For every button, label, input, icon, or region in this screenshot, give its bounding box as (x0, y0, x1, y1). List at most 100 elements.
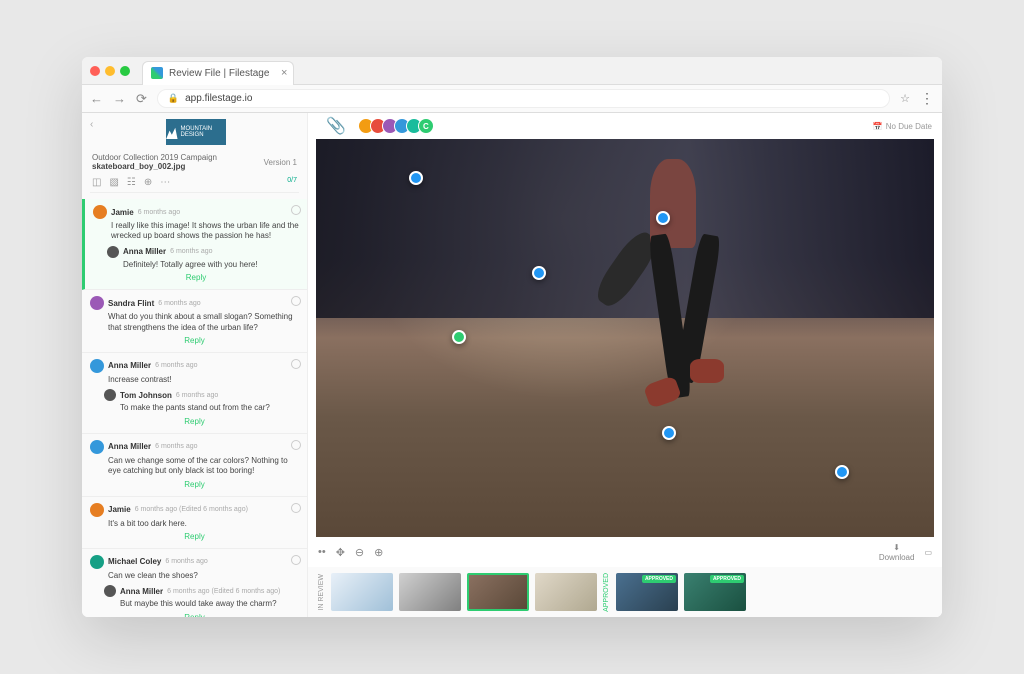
brand-logo: MOUNTAIN DESIGN (166, 119, 226, 145)
move-tool-icon[interactable]: ✥ (336, 546, 345, 559)
comment-author: Jamie (108, 505, 131, 514)
reply-button[interactable]: Reply (90, 610, 299, 617)
thumbnail[interactable]: APPROVED (684, 573, 746, 611)
fullscreen-icon[interactable]: ▭ (924, 548, 932, 557)
reply-author: Anna Miller (123, 247, 166, 256)
annotation-marker-active[interactable] (452, 330, 466, 344)
reviewer-more-badge[interactable]: C (418, 118, 434, 134)
comment-time: 6 months ago (Edited 6 months ago) (135, 506, 248, 513)
avatar (104, 389, 116, 401)
pointer-tool-icon[interactable]: •• (318, 546, 326, 558)
image-canvas[interactable] (316, 139, 934, 537)
reply-button[interactable]: Reply (90, 477, 299, 492)
comment-body: It's a bit too dark here. (90, 519, 299, 529)
tool-icon-4[interactable]: ⊕ (144, 177, 152, 188)
chrome-tab-bar: Review File | Filestage × (82, 57, 942, 85)
status-circle-icon[interactable] (291, 503, 301, 513)
campaign-name: Outdoor Collection 2019 Campaign (92, 153, 217, 162)
tool-icon-1[interactable]: ◫ (92, 177, 101, 188)
due-date-button[interactable]: 📅 No Due Date (873, 122, 932, 131)
comment-item[interactable]: Michael Coley 6 months ago Can we clean … (82, 549, 307, 617)
comment-body: Can we clean the shoes? (90, 571, 299, 581)
comment-item[interactable]: Sandra Flint 6 months ago What do you th… (82, 290, 307, 353)
sidebar-toolbar: ◫ ▧ ☷ ⊕ ⋯ 0/7 (90, 173, 299, 193)
comment-item[interactable]: Anna Miller 6 months ago Can we change s… (82, 434, 307, 497)
forward-icon[interactable]: → (113, 91, 126, 106)
reply-button[interactable]: Reply (93, 270, 299, 285)
bookmark-icon[interactable]: ☆ (900, 92, 910, 105)
reload-icon[interactable]: ⟳ (136, 91, 147, 107)
reply-time: 6 months ago (176, 392, 218, 399)
comment-author: Anna Miller (108, 361, 151, 370)
annotation-marker[interactable] (656, 211, 670, 225)
reply-body: Definitely! Totally agree with you here! (107, 260, 299, 270)
sidebar-header: ‹ MOUNTAIN DESIGN Outdoor Collection 201… (82, 113, 307, 199)
browser-tab[interactable]: Review File | Filestage × (142, 61, 294, 85)
avatar (90, 555, 104, 569)
minimize-window-button[interactable] (105, 66, 115, 76)
tab-title: Review File | Filestage (169, 68, 269, 79)
comment-author: Jamie (111, 208, 134, 217)
comment-time: 6 months ago (158, 300, 200, 307)
comment-item[interactable]: Jamie 6 months ago I really like this im… (82, 199, 307, 290)
thumbnail[interactable] (331, 573, 393, 611)
main-toolbar: 📎 C 📅 No Due Date (308, 113, 942, 139)
comment-body: Increase contrast! (90, 375, 299, 385)
reply-time: 6 months ago (Edited 6 months ago) (167, 588, 280, 595)
reply-button[interactable]: Reply (90, 414, 299, 429)
maximize-window-button[interactable] (120, 66, 130, 76)
favicon-icon (151, 67, 163, 79)
comment-item[interactable]: Jamie 6 months ago (Edited 6 months ago)… (82, 497, 307, 549)
comment-time: 6 months ago (155, 443, 197, 450)
tool-icon-5[interactable]: ⋯ (160, 177, 170, 188)
url-text: app.filestage.io (185, 93, 252, 104)
calendar-icon: 📅 (873, 122, 883, 131)
reply-button[interactable]: Reply (90, 333, 299, 348)
status-circle-icon[interactable] (291, 296, 301, 306)
annotation-marker[interactable] (662, 426, 676, 440)
status-circle-icon[interactable] (291, 555, 301, 565)
comment-body: I really like this image! It shows the u… (93, 221, 299, 242)
app-body: ‹ MOUNTAIN DESIGN Outdoor Collection 201… (82, 113, 942, 617)
download-button[interactable]: ⬇Download (879, 543, 915, 562)
close-window-button[interactable] (90, 66, 100, 76)
thumbnail[interactable]: APPROVED (616, 573, 678, 611)
tool-icon-3[interactable]: ☷ (127, 177, 136, 188)
comment-reply: Anna Miller 6 months ago (Edited 6 month… (90, 585, 299, 609)
comment-time: 6 months ago (155, 362, 197, 369)
comment-author: Michael Coley (108, 557, 161, 566)
status-circle-icon[interactable] (291, 205, 301, 215)
comment-time: 6 months ago (165, 558, 207, 565)
comment-item[interactable]: Anna Miller 6 months ago Increase contra… (82, 353, 307, 434)
annotation-marker[interactable] (409, 171, 423, 185)
tool-icon-2[interactable]: ▧ (109, 177, 118, 188)
comment-time: 6 months ago (138, 209, 180, 216)
back-icon[interactable]: ← (90, 91, 103, 106)
address-bar: ← → ⟳ 🔒 app.filestage.io ☆ ⋮ (82, 85, 942, 113)
thumbnail[interactable] (399, 573, 461, 611)
status-circle-icon[interactable] (291, 440, 301, 450)
approved-status-label: APPROVED (603, 573, 610, 612)
comments-list: Jamie 6 months ago I really like this im… (82, 199, 307, 617)
reply-button[interactable]: Reply (90, 529, 299, 544)
browser-menu-icon[interactable]: ⋮ (920, 90, 934, 107)
version-selector[interactable]: Version 1 (264, 158, 297, 167)
close-tab-icon[interactable]: × (281, 67, 287, 79)
thumbnail[interactable] (535, 573, 597, 611)
comment-count: 0/7 (287, 177, 297, 188)
reply-author: Tom Johnson (120, 391, 172, 400)
lock-icon: 🔒 (168, 93, 179, 104)
comment-reply: Tom Johnson 6 months ago To make the pan… (90, 389, 299, 413)
url-field[interactable]: 🔒 app.filestage.io (157, 89, 890, 108)
avatar (107, 246, 119, 258)
zoom-in-icon[interactable]: ⊕ (374, 546, 383, 559)
thumbnail-strip: IN REVIEW APPROVED APPROVED APPROVED (308, 567, 942, 617)
comment-body: What do you think about a small slogan? … (90, 312, 299, 333)
reviewer-avatars[interactable]: C (358, 118, 430, 134)
status-circle-icon[interactable] (291, 359, 301, 369)
zoom-out-icon[interactable]: ⊖ (355, 546, 364, 559)
reply-body: To make the pants stand out from the car… (104, 403, 299, 413)
thumbnail-active[interactable] (467, 573, 529, 611)
avatar (93, 205, 107, 219)
attach-icon[interactable]: 📎 (318, 113, 354, 140)
